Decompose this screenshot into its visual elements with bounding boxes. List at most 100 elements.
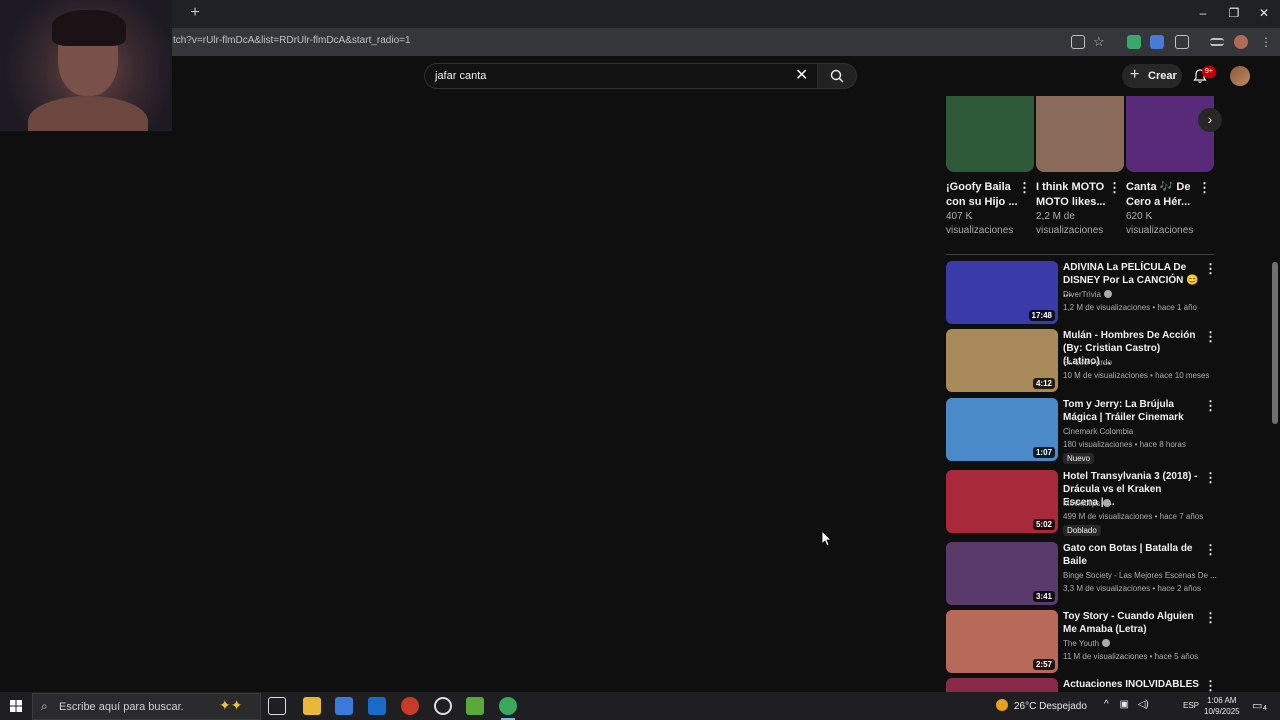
extensions-puzzle-icon[interactable]: [1175, 35, 1189, 49]
search-icon: [830, 69, 844, 83]
more-options-icon[interactable]: ⋮: [1108, 180, 1121, 196]
short-thumbnail[interactable]: [946, 96, 1034, 172]
video-thumbnail[interactable]: 2:57: [946, 610, 1058, 673]
chrome-icon[interactable]: [499, 697, 517, 715]
network-icon[interactable]: ▣: [1119, 699, 1128, 710]
short-views: 620 K visualizaciones: [1126, 211, 1194, 236]
more-options-icon[interactable]: ⋮: [1204, 542, 1217, 558]
channel-name[interactable]: Cinemark Colombia: [1063, 427, 1133, 436]
bookmark-star-icon[interactable]: ☆: [1093, 35, 1107, 49]
video-thumbnail[interactable]: [946, 678, 1058, 692]
restore-button[interactable]: ❐: [1224, 4, 1244, 22]
dubbed-badge: Doblado: [1063, 525, 1101, 536]
new-tab-button[interactable]: +: [186, 4, 204, 22]
search-button[interactable]: [817, 63, 857, 89]
taskbar-search-input[interactable]: ⌕ Escribe aquí para buscar. ✦✦: [32, 693, 261, 720]
create-button[interactable]: + Crear: [1122, 64, 1182, 88]
more-options-icon[interactable]: ⋮: [1204, 610, 1217, 626]
short-item[interactable]: ¡Goofy Baila con su Hijo ... 407 K visua…: [946, 96, 1034, 236]
video-duration: 5:02: [1032, 519, 1055, 530]
close-window-button[interactable]: ✕: [1254, 4, 1274, 22]
short-item[interactable]: I think MOTO MOTO likes... 2,2 M de visu…: [1036, 96, 1124, 236]
channel-name[interactable]: DiverTrivia: [1063, 290, 1112, 299]
channel-name[interactable]: The Youth: [1063, 639, 1111, 648]
video-thumbnail[interactable]: 1:07: [946, 398, 1058, 461]
webcam-overlay: [0, 0, 172, 131]
video-title[interactable]: Tom y Jerry: La Brújula Mágica | Tráiler…: [1063, 398, 1199, 424]
video-meta: 3,3 M de visualizaciones • hace 2 años: [1063, 584, 1201, 593]
notification-badge: 9+: [1202, 66, 1216, 78]
copilot-sparkle-icon[interactable]: ✦✦: [219, 697, 242, 714]
more-options-icon[interactable]: ⋮: [1204, 470, 1217, 486]
weather-sun-icon: [996, 699, 1008, 711]
search-input[interactable]: jafar canta ✕: [424, 63, 818, 89]
more-options-icon[interactable]: ⋮: [1204, 261, 1217, 277]
video-title[interactable]: Toy Story - Cuando Alguien Me Amaba (Let…: [1063, 610, 1199, 636]
verified-icon: [1102, 639, 1111, 647]
shorts-next-button[interactable]: ›: [1198, 108, 1222, 132]
notification-count: 4: [1263, 705, 1267, 712]
notification-center-icon[interactable]: ▭: [1252, 699, 1262, 712]
short-views: 407 K visualizaciones: [946, 211, 1014, 236]
video-thumbnail[interactable]: 3:41: [946, 542, 1058, 605]
channel-name[interactable]: Binge Society - Las Mejores Escenas De .…: [1063, 571, 1217, 580]
language-indicator[interactable]: ESP: [1183, 701, 1199, 710]
translate-extension-icon[interactable]: [1150, 35, 1164, 49]
short-thumbnail[interactable]: [1126, 96, 1214, 172]
media-control-icon[interactable]: [1210, 38, 1224, 46]
account-avatar[interactable]: [1230, 66, 1250, 86]
channel-name[interactable]: Movieclips: [1063, 499, 1112, 508]
volume-icon[interactable]: ◁): [1138, 699, 1149, 710]
video-thumbnail[interactable]: 4:12: [946, 329, 1058, 392]
more-options-icon[interactable]: ⋮: [1198, 180, 1211, 196]
video-duration: 17:48: [1028, 310, 1055, 321]
short-title[interactable]: ¡Goofy Baila con su Hijo ...: [946, 180, 1018, 210]
cast-icon[interactable]: [1071, 35, 1085, 49]
steam-icon[interactable]: [434, 697, 452, 715]
taskbar-search-placeholder: Escribe aquí para buscar.: [59, 701, 184, 713]
file-explorer-icon[interactable]: [303, 697, 321, 715]
url-text[interactable]: tch?v=rUlr-flmDcA&list=RDrUlr-flmDcA&sta…: [173, 35, 411, 46]
verified-icon: [1103, 290, 1112, 298]
plus-icon: +: [1130, 66, 1140, 83]
video-duration: 2:57: [1032, 659, 1055, 670]
scrollbar-thumb[interactable]: [1272, 262, 1278, 424]
clock[interactable]: 1:06 AM 10/9/2025: [1204, 695, 1240, 717]
browser-menu-icon[interactable]: ⋮: [1260, 35, 1274, 49]
cursor-icon: [822, 531, 832, 547]
short-title[interactable]: Canta 🎶 De Cero a Hér...: [1126, 180, 1198, 210]
weather-widget[interactable]: 26°C Despejado: [996, 699, 1087, 712]
search-query-text[interactable]: jafar canta: [435, 70, 486, 82]
video-thumbnail[interactable]: 17:48: [946, 261, 1058, 324]
divider: [946, 254, 1214, 255]
more-options-icon[interactable]: ⋮: [1204, 329, 1217, 345]
app-icon-green[interactable]: [466, 697, 484, 715]
outlook-icon[interactable]: [368, 697, 386, 715]
extension-icon[interactable]: [1127, 35, 1141, 49]
app-icon-red[interactable]: [401, 697, 419, 715]
address-bar[interactable]: tch?v=rUlr-flmDcA&list=RDrUlr-flmDcA&sta…: [0, 28, 1280, 56]
more-options-icon[interactable]: ⋮: [1018, 180, 1031, 196]
browser-tab-bar: + – ❐ ✕: [0, 0, 1280, 28]
video-meta: 499 M de visualizaciones • hace 7 años: [1063, 512, 1204, 521]
profile-avatar-icon[interactable]: [1234, 35, 1248, 49]
video-meta: 11 M de visualizaciones • hace 5 años: [1063, 652, 1199, 661]
windows-start-icon[interactable]: [10, 700, 22, 712]
video-duration: 3:41: [1032, 591, 1055, 602]
search-icon: ⌕: [41, 699, 48, 713]
system-tray[interactable]: ^ ▣ ◁): [1104, 699, 1149, 710]
short-thumbnail[interactable]: [1036, 96, 1124, 172]
tray-chevron-icon[interactable]: ^: [1104, 699, 1109, 710]
minimize-button[interactable]: –: [1193, 4, 1213, 22]
more-options-icon[interactable]: ⋮: [1204, 398, 1217, 414]
short-item[interactable]: Canta 🎶 De Cero a Hér... 620 K visualiza…: [1126, 96, 1214, 236]
task-view-icon[interactable]: [268, 697, 286, 715]
channel-name[interactable]: Sr. Leo Pardo: [1063, 358, 1112, 367]
short-title[interactable]: I think MOTO MOTO likes...: [1036, 180, 1108, 210]
clear-search-icon[interactable]: ✕: [795, 67, 808, 85]
video-duration: 4:12: [1032, 378, 1055, 389]
video-title[interactable]: Gato con Botas | Batalla de Baile: [1063, 542, 1199, 568]
store-icon[interactable]: [335, 697, 353, 715]
video-thumbnail[interactable]: 5:02: [946, 470, 1058, 533]
youtube-header: jafar canta ✕ + Crear 9+: [0, 56, 1280, 96]
